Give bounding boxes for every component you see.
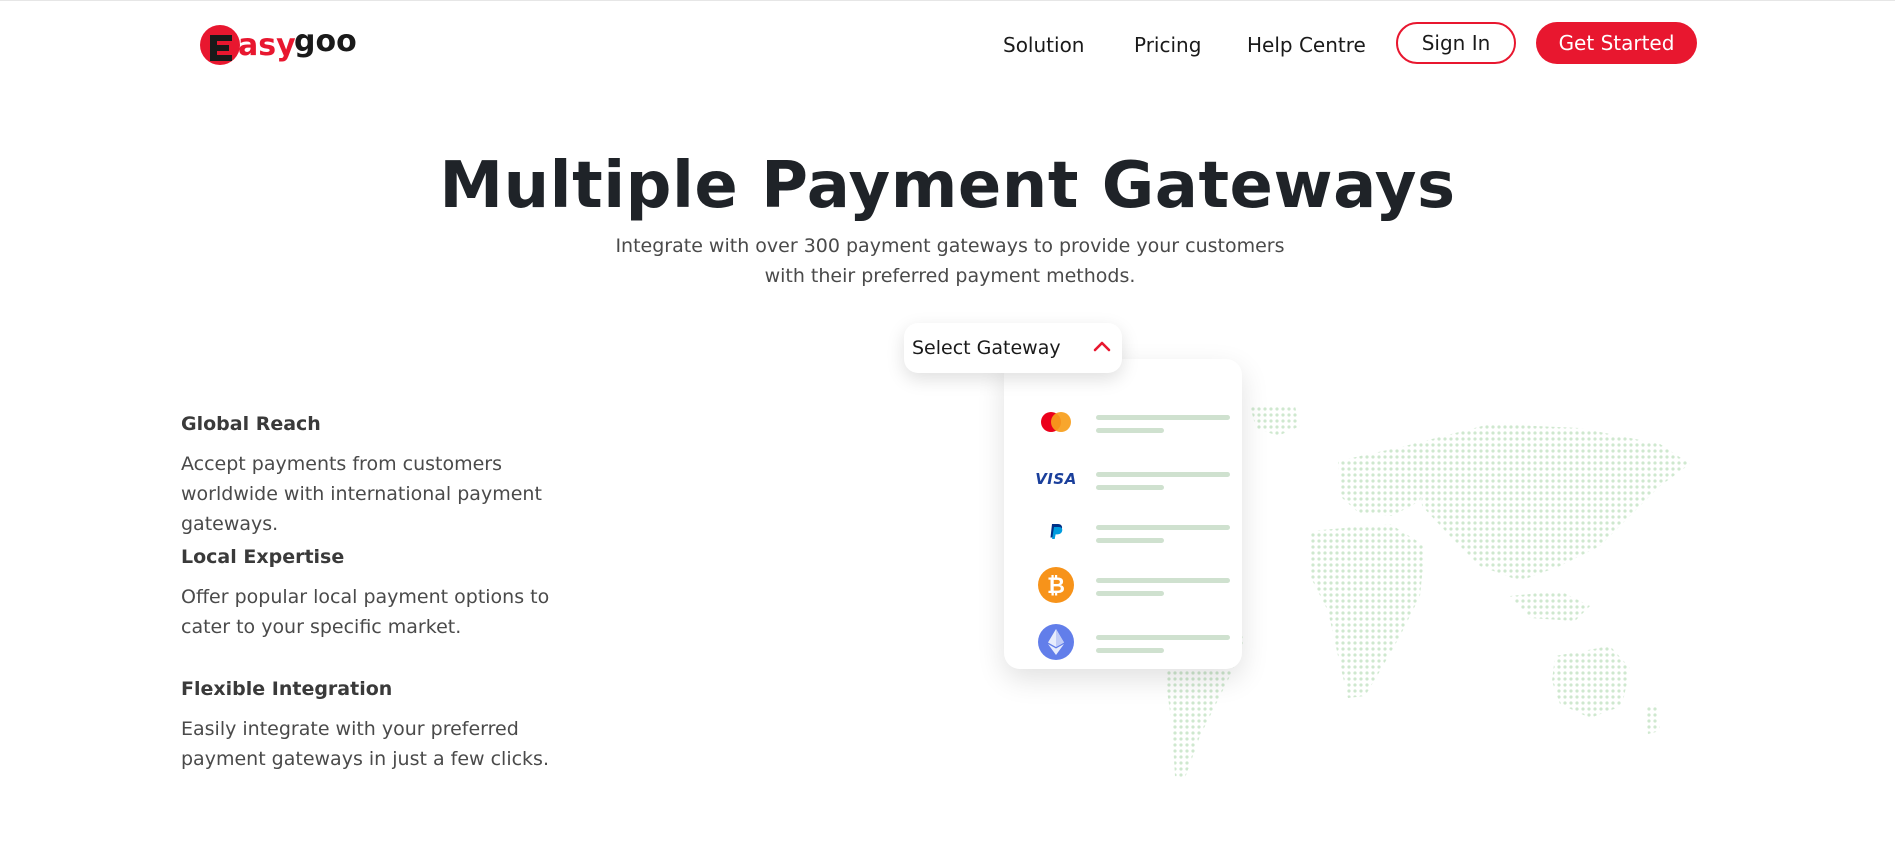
feature-text: Offer popular local payment options to c… — [181, 586, 550, 638]
nav-solution[interactable]: Solution — [1003, 33, 1084, 57]
placeholder-line — [1096, 485, 1164, 490]
placeholder-line — [1096, 578, 1230, 583]
gateway-list: VISA ₿ — [1004, 359, 1242, 669]
hero-subtitle: Integrate with over 300 payment gateways… — [615, 235, 1285, 287]
nav-pricing[interactable]: Pricing — [1134, 33, 1201, 57]
placeholder-line — [1096, 525, 1230, 530]
feature-title: Global Reach — [181, 413, 321, 435]
placeholder-line — [1096, 648, 1164, 653]
placeholder-line — [1096, 591, 1164, 596]
visa-icon: VISA — [1035, 470, 1077, 488]
get-started-button[interactable]: Get Started — [1536, 22, 1697, 64]
page-title: Multiple Payment Gateways — [439, 149, 1456, 223]
svg-text:₿: ₿ — [1047, 574, 1065, 599]
placeholder-line — [1096, 635, 1230, 640]
placeholder-line — [1096, 538, 1164, 543]
chevron-up-icon — [1093, 341, 1111, 352]
page: asy goo Solution Pricing Help Centre Sig… — [0, 0, 1895, 863]
feature-text: Easily integrate with your preferred pay… — [181, 718, 549, 770]
gateway-item-paypal[interactable] — [1036, 512, 1230, 552]
gateway-item-bitcoin[interactable]: ₿ — [1036, 565, 1230, 605]
svg-text:asy: asy — [238, 28, 296, 63]
feature-local-expertise: Local Expertise Offer popular local paym… — [181, 546, 601, 642]
easygoo-logo[interactable]: asy goo — [198, 17, 363, 71]
placeholder-line — [1096, 472, 1230, 477]
feature-title: Local Expertise — [181, 546, 345, 568]
select-gateway-dropdown[interactable]: Select Gateway — [904, 323, 1122, 373]
gateway-item-ethereum[interactable] — [1036, 622, 1230, 662]
bitcoin-icon: ₿ — [1036, 565, 1076, 605]
nav-help-centre[interactable]: Help Centre — [1247, 33, 1366, 57]
feature-global-reach: Global Reach Accept payments from custom… — [181, 413, 601, 539]
feature-text: Accept payments from customers worldwide… — [181, 453, 542, 535]
sign-in-button[interactable]: Sign In — [1396, 22, 1516, 64]
feature-title: Flexible Integration — [181, 678, 393, 700]
feature-flexible-integration: Flexible Integration Easily integrate wi… — [181, 678, 601, 774]
paypal-icon — [1036, 512, 1076, 552]
select-gateway-label: Select Gateway — [912, 337, 1061, 359]
svg-text:goo: goo — [294, 24, 357, 59]
ethereum-icon — [1036, 622, 1076, 662]
mastercard-icon — [1036, 402, 1076, 442]
gateway-item-visa[interactable]: VISA — [1035, 459, 1230, 499]
placeholder-line — [1096, 428, 1164, 433]
gateway-item-mastercard[interactable] — [1036, 402, 1230, 442]
placeholder-line — [1096, 415, 1230, 420]
